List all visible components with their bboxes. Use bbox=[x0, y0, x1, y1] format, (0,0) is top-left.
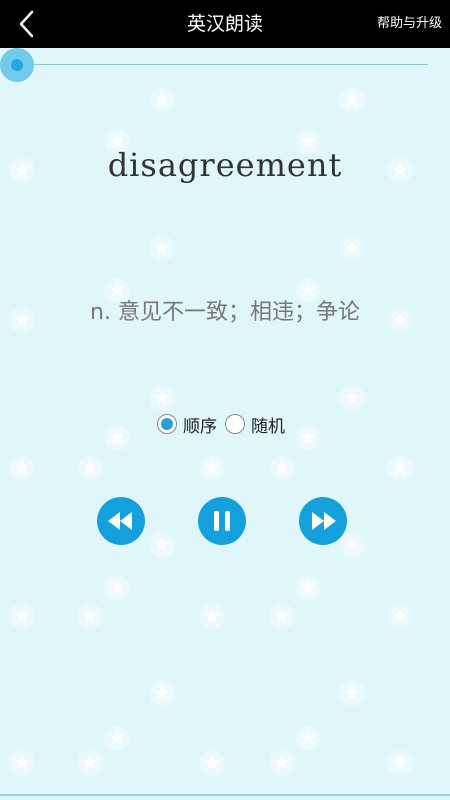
top-bar: 英汉朗读 帮助与升级 bbox=[0, 0, 450, 48]
star-shape bbox=[154, 390, 170, 405]
star-shape bbox=[154, 537, 170, 552]
star-glow bbox=[9, 750, 35, 776]
star-shape bbox=[204, 608, 220, 623]
star-glow bbox=[295, 575, 321, 601]
star-glow bbox=[339, 680, 365, 706]
pause-button[interactable] bbox=[198, 497, 246, 545]
star-glow bbox=[387, 455, 413, 481]
star-shape bbox=[392, 460, 408, 475]
radio-sequential[interactable] bbox=[157, 414, 177, 434]
star-shape bbox=[274, 608, 290, 623]
star-shape bbox=[274, 755, 290, 770]
star-shape bbox=[392, 608, 408, 623]
star-glow bbox=[149, 680, 175, 706]
fast-forward-button[interactable] bbox=[299, 497, 347, 545]
star-shape bbox=[344, 92, 360, 107]
star-glow bbox=[77, 750, 103, 776]
star-glow bbox=[149, 235, 175, 261]
progress-knob-dot bbox=[11, 59, 23, 71]
star-glow bbox=[339, 385, 365, 411]
mode-label-random[interactable]: 随机 bbox=[251, 412, 285, 437]
star-glow bbox=[77, 603, 103, 629]
star-glow bbox=[9, 603, 35, 629]
star-shape bbox=[82, 460, 98, 475]
star-glow bbox=[199, 455, 225, 481]
star-glow bbox=[269, 603, 295, 629]
rewind-button[interactable] bbox=[97, 497, 145, 545]
progress-track[interactable] bbox=[16, 64, 428, 65]
star-glow bbox=[199, 603, 225, 629]
star-glow bbox=[295, 725, 321, 751]
star-shape bbox=[154, 92, 170, 107]
radio-random[interactable] bbox=[225, 414, 245, 434]
word-text: disagreement bbox=[107, 146, 343, 184]
star-shape bbox=[300, 580, 316, 595]
star-shape bbox=[344, 685, 360, 700]
star-shape bbox=[204, 755, 220, 770]
star-shape bbox=[392, 755, 408, 770]
star-glow bbox=[9, 455, 35, 481]
star-glow bbox=[104, 575, 130, 601]
star-shape bbox=[82, 608, 98, 623]
star-glow bbox=[149, 532, 175, 558]
star-glow bbox=[269, 750, 295, 776]
help-upgrade-button[interactable]: 帮助与升级 bbox=[377, 0, 442, 48]
star-shape bbox=[274, 460, 290, 475]
star-shape bbox=[14, 608, 30, 623]
star-shape bbox=[154, 240, 170, 255]
bottom-divider bbox=[0, 794, 450, 796]
star-shape bbox=[204, 460, 220, 475]
pause-icon bbox=[214, 511, 230, 531]
rewind-icon bbox=[108, 512, 132, 530]
star-glow bbox=[339, 235, 365, 261]
star-shape bbox=[109, 730, 125, 745]
star-glow bbox=[104, 725, 130, 751]
play-mode-group: 顺序 随机 bbox=[0, 412, 450, 437]
star-shape bbox=[344, 240, 360, 255]
star-shape bbox=[344, 390, 360, 405]
star-shape bbox=[82, 755, 98, 770]
star-glow bbox=[149, 87, 175, 113]
star-glow bbox=[387, 603, 413, 629]
reader-screen: 英汉朗读 帮助与升级 disagreement n. 意见不一致；相违；争论 顺… bbox=[0, 0, 450, 800]
star-glow bbox=[199, 750, 225, 776]
progress-slider-handle[interactable] bbox=[0, 48, 34, 82]
mode-label-sequential[interactable]: 顺序 bbox=[183, 412, 217, 437]
star-glow bbox=[387, 750, 413, 776]
fast-forward-icon bbox=[312, 512, 336, 530]
star-shape bbox=[14, 755, 30, 770]
star-glow bbox=[339, 87, 365, 113]
star-shape bbox=[109, 580, 125, 595]
star-glow bbox=[269, 455, 295, 481]
word-meaning: n. 意见不一致；相违；争论 bbox=[90, 300, 360, 325]
star-shape bbox=[300, 730, 316, 745]
star-shape bbox=[14, 460, 30, 475]
star-glow bbox=[149, 385, 175, 411]
star-glow bbox=[77, 455, 103, 481]
star-shape bbox=[154, 685, 170, 700]
